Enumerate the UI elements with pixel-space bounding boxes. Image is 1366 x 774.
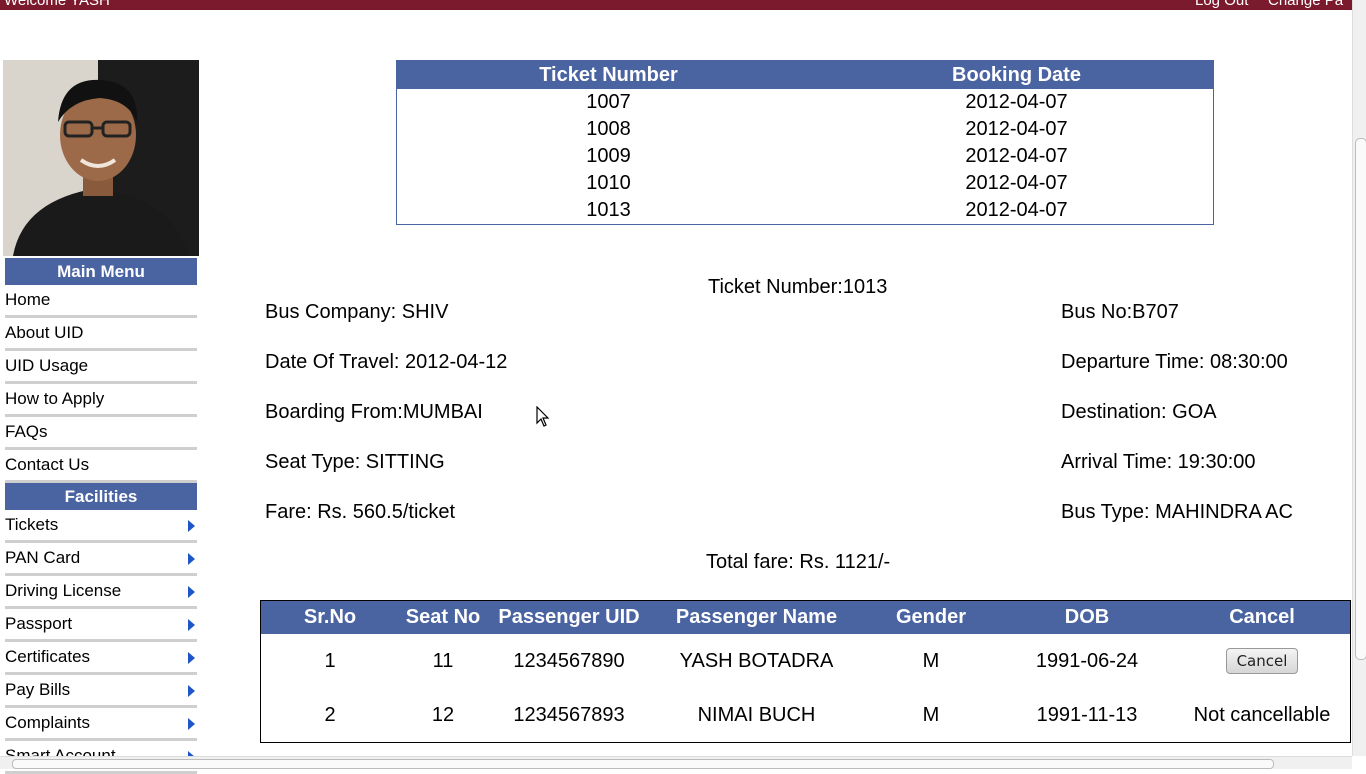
vertical-scrollbar-thumb[interactable] — [1355, 138, 1366, 660]
menu-item-faqs[interactable]: FAQs — [5, 417, 197, 450]
facilities-heading: Facilities — [5, 483, 197, 510]
menu-label: Passport — [5, 614, 73, 633]
ticket-number-cell[interactable]: 1010 — [397, 170, 820, 197]
menu-label: Pay Bills — [5, 680, 71, 699]
submenu-arrow-icon — [188, 553, 195, 565]
table-row[interactable]: 1008 2012-04-07 — [397, 116, 1213, 143]
ticket-number-cell[interactable]: 1008 — [397, 116, 820, 143]
column-header-dob: DOB — [1064, 606, 1110, 628]
column-header-gender: Gender — [895, 606, 967, 628]
menu-item-passport[interactable]: Passport — [5, 609, 197, 642]
tickets-table: Ticket Number Booking Date 1007 2012-04-… — [396, 60, 1214, 225]
arrival-time: Arrival Time: 19:30:00 — [1061, 451, 1256, 473]
submenu-arrow-icon — [188, 520, 195, 532]
column-header-seat-no: Seat No — [405, 606, 481, 628]
table-row[interactable]: 1007 2012-04-07 — [397, 89, 1213, 116]
sidebar: Main Menu Home About UID UID Usage How t… — [5, 258, 197, 774]
menu-label: PAN Card — [5, 548, 81, 567]
booking-date-cell: 2012-04-07 — [965, 145, 1068, 167]
table-row[interactable]: 1013 2012-04-07 — [397, 197, 1213, 224]
mouse-cursor-icon — [536, 406, 550, 427]
fare: Fare: Rs. 560.5/ticket — [265, 501, 456, 523]
menu-item-uid-usage[interactable]: UID Usage — [5, 351, 197, 384]
menu-item-certificates[interactable]: Certificates — [5, 642, 197, 675]
booking-date-cell: 2012-04-07 — [965, 199, 1068, 221]
column-header-sr-no: Sr.No — [303, 606, 357, 628]
menu-item-driving-license[interactable]: Driving License — [5, 576, 197, 609]
menu-item-tickets[interactable]: Tickets — [5, 510, 197, 543]
not-cancellable-text: Not cancellable — [1193, 703, 1331, 726]
menu-label: Tickets — [5, 515, 59, 534]
table-row[interactable]: 1010 2012-04-07 — [397, 170, 1213, 197]
welcome-text: Welcome YASH — [4, 0, 110, 9]
booking-date-cell: 2012-04-07 — [965, 172, 1068, 194]
seat-no-cell: 11 — [432, 649, 454, 672]
passenger-name-cell: YASH BOTADRA — [679, 649, 834, 672]
menu-label: Driving License — [5, 581, 122, 600]
menu-item-home[interactable]: Home — [5, 285, 197, 318]
sr-no-cell: 1 — [324, 649, 336, 672]
dob-cell: 1991-11-13 — [1036, 703, 1138, 726]
logout-link[interactable]: Log Out — [1195, 0, 1248, 9]
tickets-table-header: Ticket Number Booking Date — [397, 61, 1213, 89]
selected-ticket-number: Ticket Number:1013 — [708, 276, 888, 298]
menu-item-complaints[interactable]: Complaints — [5, 708, 197, 741]
table-row: 1 11 1234567890 YASH BOTADRA M 1991-06-2… — [261, 634, 1350, 688]
main-menu-heading: Main Menu — [5, 258, 197, 285]
seat-no-cell: 12 — [431, 703, 455, 726]
ticket-number-cell[interactable]: 1009 — [397, 143, 820, 170]
passenger-uid-cell: 1234567890 — [513, 649, 625, 672]
profile-photo — [3, 60, 199, 256]
seat-type: Seat Type: SITTING — [265, 451, 445, 473]
cancel-cell: Cancel — [1174, 648, 1350, 674]
top-bar: Welcome YASH Log Out Change Pa — [0, 0, 1366, 10]
ticket-number-cell[interactable]: 1007 — [397, 89, 820, 116]
column-header-booking-date: Booking Date — [952, 64, 1081, 86]
table-row: 2 12 1234567893 NIMAI BUCH M 1991-11-13 … — [261, 688, 1350, 742]
menu-item-how-to-apply[interactable]: How to Apply — [5, 384, 197, 417]
column-header-passenger-name: Passenger Name — [675, 606, 838, 628]
menu-item-contact-us[interactable]: Contact Us — [5, 450, 197, 483]
table-row[interactable]: 1009 2012-04-07 — [397, 143, 1213, 170]
bus-number: Bus No:B707 — [1061, 301, 1179, 323]
booking-date-cell: 2012-04-07 — [965, 118, 1068, 140]
column-header-passenger-uid: Passenger UID — [498, 606, 640, 628]
bus-company: Bus Company: SHIV — [265, 301, 449, 323]
vertical-scrollbar[interactable] — [1352, 0, 1366, 756]
booking-date-cell: 2012-04-07 — [965, 91, 1068, 113]
total-fare: Total fare: Rs. 1121/- — [706, 551, 891, 573]
gender-cell: M — [922, 703, 940, 726]
sr-no-cell: 2 — [324, 703, 336, 726]
cancel-button[interactable]: Cancel — [1225, 648, 1299, 674]
passenger-name-cell: NIMAI BUCH — [697, 703, 816, 726]
gender-cell: M — [922, 649, 940, 672]
menu-label: Certificates — [5, 647, 91, 666]
menu-item-pay-bills[interactable]: Pay Bills — [5, 675, 197, 708]
dob-cell: 1991-06-24 — [1035, 649, 1139, 672]
ticket-number-cell[interactable]: 1013 — [397, 197, 820, 224]
destination: Destination: GOA — [1061, 401, 1217, 423]
menu-item-pan-card[interactable]: PAN Card — [5, 543, 197, 576]
submenu-arrow-icon — [188, 619, 195, 631]
column-header-ticket-number: Ticket Number — [539, 64, 678, 86]
submenu-arrow-icon — [188, 685, 195, 697]
submenu-arrow-icon — [188, 586, 195, 598]
bus-type: Bus Type: MAHINDRA AC — [1061, 501, 1293, 523]
passenger-uid-cell: 1234567893 — [513, 703, 625, 726]
boarding-from: Boarding From:MUMBAI — [265, 401, 483, 423]
submenu-arrow-icon — [188, 652, 195, 664]
submenu-arrow-icon — [188, 718, 195, 730]
date-of-travel: Date Of Travel: 2012-04-12 — [265, 351, 508, 373]
column-header-cancel: Cancel — [1229, 606, 1295, 628]
menu-item-about-uid[interactable]: About UID — [5, 318, 197, 351]
departure-time: Departure Time: 08:30:00 — [1061, 351, 1288, 373]
passengers-table-header: Sr.No Seat No Passenger UID Passenger Na… — [261, 601, 1350, 634]
horizontal-scrollbar[interactable] — [0, 756, 1352, 769]
passengers-table: Sr.No Seat No Passenger UID Passenger Na… — [260, 600, 1351, 743]
change-password-link[interactable]: Change Pa — [1268, 0, 1343, 9]
menu-label: Complaints — [5, 713, 91, 732]
